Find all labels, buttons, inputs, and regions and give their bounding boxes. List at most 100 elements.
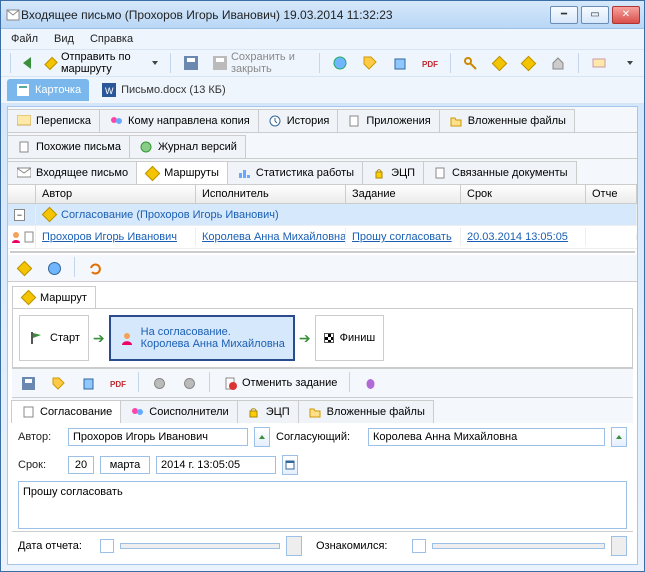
dtab-coexec-label: Соисполнители xyxy=(149,406,228,418)
dt-bin[interactable] xyxy=(75,372,101,394)
due-calendar-button[interactable] xyxy=(282,455,298,475)
author-field[interactable]: Прохоров Игорь Иванович xyxy=(68,428,248,446)
sub-btn-3[interactable] xyxy=(82,257,108,279)
dt-tag[interactable] xyxy=(45,372,71,394)
folder-icon xyxy=(448,113,464,129)
tab-attachments[interactable]: Приложения xyxy=(337,109,439,132)
tool-home[interactable] xyxy=(545,52,571,74)
ack-checkbox[interactable] xyxy=(412,539,426,553)
grid-header-due[interactable]: Срок xyxy=(461,185,586,203)
collapse-icon[interactable]: − xyxy=(14,209,25,221)
dtab-eds[interactable]: ЭЦП xyxy=(237,400,299,423)
tab-linked[interactable]: Связанные документы xyxy=(423,161,577,184)
dtab-coexec[interactable]: Соисполнители xyxy=(120,400,237,423)
route-tabs: Маршрут xyxy=(12,286,633,309)
cell-executor[interactable]: Королева Анна Михайловна xyxy=(196,228,346,246)
due-day-field[interactable]: 20 xyxy=(68,456,94,474)
tab-routes[interactable]: Маршруты xyxy=(136,161,228,184)
tool-globe[interactable] xyxy=(327,52,353,74)
report-date-cal-button[interactable] xyxy=(286,536,302,556)
task-text[interactable]: Прошу согласовать xyxy=(18,481,627,529)
tool-mail[interactable] xyxy=(586,52,612,74)
save-icon xyxy=(183,55,199,71)
back-button[interactable] xyxy=(18,52,36,74)
tab-stats[interactable]: Статистика работы xyxy=(227,161,363,184)
tab-attachment[interactable]: W Письмо.docx (13 КБ) xyxy=(95,79,232,101)
minimize-button[interactable]: ━ xyxy=(550,6,578,24)
dtab-approval-label: Согласование xyxy=(40,406,112,418)
bug-icon xyxy=(362,375,378,391)
lock-icon xyxy=(246,404,262,420)
save-icon xyxy=(20,375,36,391)
tab-card[interactable]: Карточка xyxy=(7,79,89,101)
tab-copy-to[interactable]: Кому направлена копия xyxy=(99,109,259,132)
tool-pdf[interactable]: PDF xyxy=(417,52,443,74)
dt-gear2[interactable] xyxy=(176,372,202,394)
route-finish[interactable]: Финиш xyxy=(315,315,385,361)
dtab-approval[interactable]: Согласование xyxy=(11,400,121,423)
dtab-embedded[interactable]: Вложенные файлы xyxy=(298,400,434,423)
menu-file[interactable]: Файл xyxy=(11,33,38,45)
author-up-button[interactable] xyxy=(254,427,270,447)
route-step-selected[interactable]: На согласование. Королева Анна Михайловн… xyxy=(109,315,295,361)
close-button[interactable]: ✕ xyxy=(612,6,640,24)
tab-versions[interactable]: Журнал версий xyxy=(129,135,246,158)
approver-label: Согласующий: xyxy=(276,431,362,443)
checkered-flag-icon xyxy=(324,333,334,343)
cell-task[interactable]: Прошу согласовать xyxy=(346,228,461,246)
approver-up-button[interactable] xyxy=(611,427,627,447)
due-rest-field[interactable]: 2014 г. 13:05:05 xyxy=(156,456,276,474)
tab-eds[interactable]: ЭЦП xyxy=(362,161,424,184)
refresh-icon xyxy=(87,260,103,276)
user-icon xyxy=(119,330,135,346)
ack-cal-button[interactable] xyxy=(611,536,627,556)
grid-header-author[interactable]: Автор xyxy=(36,185,196,203)
route-tab-main[interactable]: Маршрут xyxy=(12,286,96,309)
pdf-icon: PDF xyxy=(422,55,438,71)
tab-incoming[interactable]: Входящее письмо xyxy=(7,161,137,184)
tab-similar[interactable]: Похожие письма xyxy=(7,135,130,158)
dt-save[interactable] xyxy=(15,372,41,394)
maximize-button[interactable]: ▭ xyxy=(581,6,609,24)
dt-cancel-task[interactable]: Отменить задание xyxy=(217,372,342,394)
report-date-field xyxy=(120,543,280,549)
due-month-field[interactable]: марта xyxy=(100,456,150,474)
grid-group-row[interactable]: − Согласование (Прохоров Игорь Иванович) xyxy=(8,204,637,226)
menu-help[interactable]: Справка xyxy=(90,33,133,45)
tab-embedded-files[interactable]: Вложенные файлы xyxy=(439,109,575,132)
hscroll[interactable] xyxy=(10,251,635,253)
tool-diamond2[interactable] xyxy=(516,52,541,74)
cell-author[interactable]: Прохоров Игорь Иванович xyxy=(36,228,196,246)
dt-bug[interactable] xyxy=(357,372,383,394)
tool-bin[interactable] xyxy=(387,52,413,74)
grid-header-executor[interactable]: Исполнитель xyxy=(196,185,346,203)
separator xyxy=(209,372,210,392)
grid-header-task[interactable]: Задание xyxy=(346,185,461,203)
sub-btn-1[interactable] xyxy=(12,257,37,279)
tab-attachments-label: Приложения xyxy=(366,115,430,127)
tab-history[interactable]: История xyxy=(258,109,339,132)
chart-icon xyxy=(236,165,252,181)
approver-field[interactable]: Королева Анна Михайловна xyxy=(368,428,605,446)
app-window: Входящее письмо (Прохоров Игорь Иванович… xyxy=(0,0,645,572)
save-close-button[interactable]: Сохранить и закрыть xyxy=(208,52,312,74)
dt-pdf[interactable]: PDF xyxy=(105,372,131,394)
tool-right-dd[interactable] xyxy=(620,52,638,74)
tool-diamond[interactable] xyxy=(487,52,512,74)
tab-correspondence[interactable]: Переписка xyxy=(7,109,100,132)
save-button[interactable] xyxy=(178,52,204,74)
tabs-row-3: Входящее письмо Маршруты Статистика рабо… xyxy=(8,159,637,185)
sub-btn-2[interactable] xyxy=(41,257,67,279)
dt-gear1[interactable] xyxy=(146,372,172,394)
separator xyxy=(10,53,11,73)
grid-header-report[interactable]: Отче xyxy=(586,185,637,203)
menu-view[interactable]: Вид xyxy=(54,33,74,45)
send-route-button[interactable]: Отправить по маршруту xyxy=(40,52,164,74)
tool-key[interactable] xyxy=(457,52,483,74)
table-row[interactable]: Прохоров Игорь Иванович Королева Анна Ми… xyxy=(8,226,637,249)
tag-icon xyxy=(50,375,66,391)
report-date-checkbox[interactable] xyxy=(100,539,114,553)
tool-tag[interactable] xyxy=(357,52,383,74)
cell-due[interactable]: 20.03.2014 13:05:05 xyxy=(461,228,586,246)
route-start[interactable]: Старт xyxy=(19,315,89,361)
